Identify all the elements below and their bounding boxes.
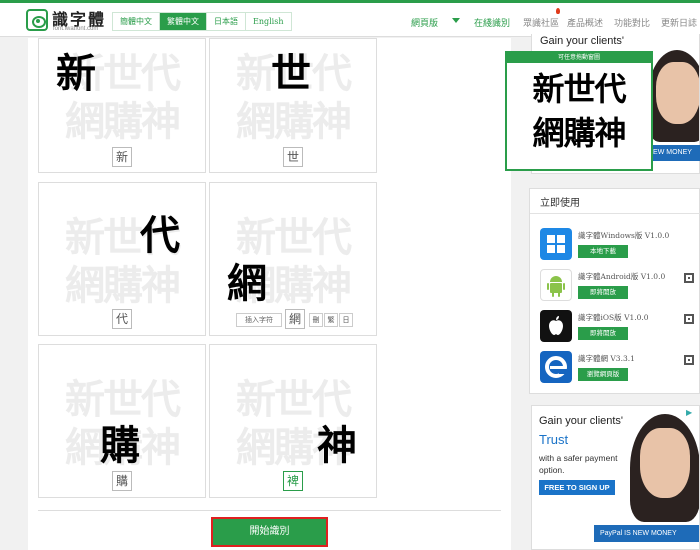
ghost-line-2: 網購神 <box>65 263 181 309</box>
char-card-5[interactable]: 新世代 網購神 購 購 <box>38 344 206 498</box>
glyph-highlight: 網 <box>227 261 267 307</box>
apple-icon <box>540 310 572 342</box>
japanese-option[interactable]: 日 <box>339 313 353 327</box>
app-name: 識字體iOS版 V1.0.0 <box>578 313 649 322</box>
ad-choices-icon[interactable]: ▶ <box>686 408 696 418</box>
ad-signup-button[interactable]: FREE TO SIGN UP <box>539 480 615 495</box>
site-logo[interactable]: 識字體 font.iwatfont.com <box>26 7 126 35</box>
app-ios: 識字體iOS版 V1.0.0 即將開放 <box>540 310 700 346</box>
app-web: 識字體網 V3.3.1 瀏覽網頁版 <box>540 351 700 387</box>
use-now-panel: 立即使用 識字體Windows版 V1.0.0 本地下載 識字體Android版… <box>529 188 700 394</box>
lang-english[interactable]: English <box>246 13 291 30</box>
nav-changelog[interactable]: 更新日誌 <box>661 16 697 29</box>
ad-bottom-trust: Trust <box>539 432 569 447</box>
char-label-box-selected[interactable]: 裨 <box>283 471 303 491</box>
lang-japanese[interactable]: 日本語 <box>207 13 246 30</box>
nav-overview[interactable]: 產品概述 <box>567 16 603 29</box>
windows-icon <box>540 228 572 260</box>
lang-traditional[interactable]: 繁體中文 <box>160 13 207 30</box>
edge-icon <box>540 351 572 383</box>
glyph-highlight: 購 <box>100 423 140 469</box>
language-switcher: 簡體中文 繁體中文 日本語 English <box>112 12 292 31</box>
ad-bottom-headline: Gain your clients' <box>539 415 624 427</box>
ad-top-headline: Gain your clients' <box>540 35 625 47</box>
char-label-box[interactable]: 購 <box>112 471 132 491</box>
glyph-highlight: 代 <box>140 213 180 259</box>
glyph-highlight: 新 <box>56 51 96 97</box>
ad-bottom-subtext: with a safer payment option. <box>539 453 618 475</box>
char-card-4[interactable]: 新世代 網購神 網 插入字符 網 刪 繁 日 <box>209 182 377 336</box>
insert-char-button[interactable]: 插入字符 <box>236 313 282 327</box>
nav-online-recognition[interactable]: 在綫識別 <box>474 16 510 29</box>
download-button[interactable]: 本地下載 <box>578 245 628 258</box>
android-icon <box>540 269 572 301</box>
nav-compare[interactable]: 功能對比 <box>614 16 650 29</box>
app-windows: 識字體Windows版 V1.0.0 本地下載 <box>540 228 700 264</box>
app-android: 識字體Android版 V1.0.0 即將開放 <box>540 269 700 305</box>
char-label-box[interactable]: 網 <box>285 309 305 329</box>
start-recognition-label: 開始識別 <box>215 521 324 543</box>
ad-paypal-badge: PayPal IS NEW MONEY <box>594 525 699 542</box>
nav-web-version[interactable]: 網頁版 <box>411 16 438 29</box>
coming-soon-button[interactable]: 即將開放 <box>578 286 628 299</box>
char-card-2[interactable]: 新世代 網購神 世 世 <box>209 38 377 173</box>
nav-social[interactable]: 眾識社區 <box>523 16 559 29</box>
use-now-title: 立即使用 <box>540 198 580 209</box>
popup-line-2: 網購神 <box>532 114 626 152</box>
drag-preview-popup[interactable]: 可任意拖動窗圖 新世代 網購神 <box>505 51 653 171</box>
lang-simplified[interactable]: 簡體中文 <box>113 13 160 30</box>
ad-person-face <box>656 62 699 124</box>
web-version-button[interactable]: 瀏覽網頁版 <box>578 368 628 381</box>
popup-line-1: 新世代 <box>532 70 626 108</box>
eye-logo-icon <box>26 9 48 31</box>
coming-soon-button[interactable]: 即將開放 <box>578 327 628 340</box>
logo-domain: font.iwatfont.com <box>53 26 99 32</box>
app-name: 識字體Android版 V1.0.0 <box>578 272 666 281</box>
ad-person-face <box>640 428 690 498</box>
popup-caption: 可任意拖動窗圖 <box>507 53 651 63</box>
app-name: 識字體網 V3.3.1 <box>578 354 635 363</box>
site-header: 識字體 font.iwatfont.com 簡體中文 繁體中文 日本語 Engl… <box>0 3 700 37</box>
char-card-3[interactable]: 新世代 網購神 代 代 <box>38 182 206 336</box>
glyph-highlight: 世 <box>271 51 311 97</box>
char-label-box[interactable]: 新 <box>112 147 132 167</box>
chevron-down-icon[interactable] <box>452 18 460 23</box>
ad-bottom-banner[interactable]: Gain your clients' Trust with a safer pa… <box>531 405 700 550</box>
char-label-box[interactable]: 世 <box>283 147 303 167</box>
qr-code-icon[interactable] <box>684 314 694 324</box>
qr-code-icon[interactable] <box>684 355 694 365</box>
delete-option[interactable]: 刪 <box>309 313 323 327</box>
char-label-box[interactable]: 代 <box>112 309 132 329</box>
app-name: 識字體Windows版 V1.0.0 <box>578 231 670 240</box>
divider <box>530 213 700 214</box>
start-recognition-button[interactable]: 開始識別 <box>211 517 328 547</box>
glyph-highlight: 神 <box>317 423 357 469</box>
qr-code-icon[interactable] <box>684 273 694 283</box>
hot-flame-icon <box>556 8 560 14</box>
char-card-6[interactable]: 新世代 網購神 神 裨 <box>209 344 377 498</box>
char-card-1[interactable]: 新世代 網購神 新 新 <box>38 38 206 173</box>
divider <box>38 510 501 511</box>
traditional-option[interactable]: 繁 <box>324 313 338 327</box>
